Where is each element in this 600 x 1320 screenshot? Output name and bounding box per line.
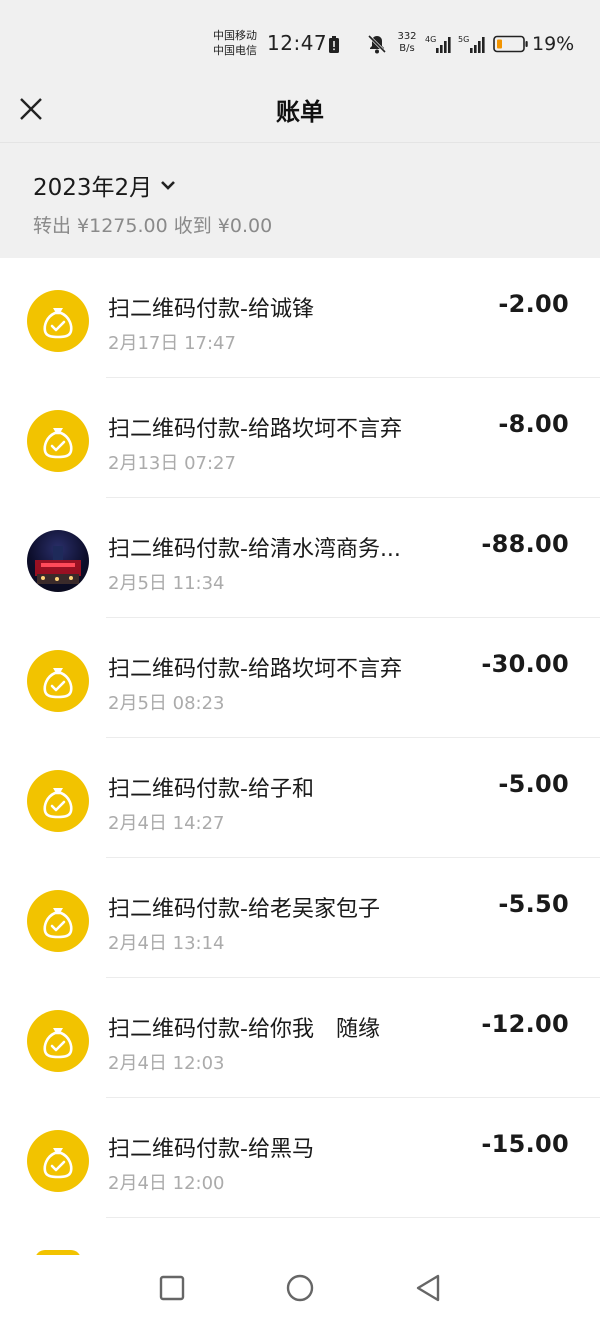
transaction-title: 扫二维码付款-给清水湾商务... xyxy=(108,537,401,562)
carrier-2: 中国电信 xyxy=(213,44,257,57)
transaction-title: 扫二维码付款-给你我 随缘 xyxy=(108,1017,380,1042)
transaction-date: 2月17日 17:47 xyxy=(108,333,236,354)
transaction-amount: -8.00 xyxy=(498,410,569,438)
list-item[interactable]: 扫二维码付款-给清水湾商务... 2月5日 11:34 -88.00 xyxy=(0,498,600,618)
transaction-list: 扫二维码付款-给诚锋 2月17日 17:47 -2.00 扫二维码付款-给路坎坷… xyxy=(0,258,600,1218)
net-speed-value: 332 xyxy=(397,31,417,42)
transaction-amount: -5.00 xyxy=(498,770,569,798)
divider xyxy=(106,1217,600,1218)
merchant-photo-avatar xyxy=(27,530,89,592)
list-item[interactable]: 扫二维码付款-给黑马 2月4日 12:00 -15.00 xyxy=(0,1098,600,1218)
signal-4g-icon: 4G xyxy=(425,33,455,59)
status-bar: 中国移动 中国电信 12:47 332 B/s 4G 5G 19% xyxy=(0,0,600,84)
transaction-amount: -5.50 xyxy=(498,890,569,918)
back-button[interactable] xyxy=(413,1273,443,1303)
signal-1-label: 4G xyxy=(425,35,436,44)
transaction-amount: -15.00 xyxy=(481,1130,569,1158)
back-triangle-icon xyxy=(416,1274,440,1302)
month-label: 2023年2月 xyxy=(33,175,153,201)
transaction-title: 扫二维码付款-给黑马 xyxy=(108,1137,314,1162)
transaction-amount: -30.00 xyxy=(481,650,569,678)
transaction-date: 2月13日 07:27 xyxy=(108,453,236,474)
money-bag-icon xyxy=(27,770,89,832)
system-nav-bar xyxy=(0,1255,600,1320)
list-item[interactable]: 扫二维码付款-给你我 随缘 2月4日 12:03 -12.00 xyxy=(0,978,600,1098)
home-button[interactable] xyxy=(285,1273,315,1303)
chevron-down-icon xyxy=(161,181,176,190)
mute-bell-icon xyxy=(366,33,388,59)
home-circle-icon xyxy=(286,1274,314,1302)
list-item[interactable]: 扫二维码付款-给路坎坷不言弃 2月13日 07:27 -8.00 xyxy=(0,378,600,498)
money-bag-icon xyxy=(27,410,89,472)
money-bag-icon xyxy=(27,1130,89,1192)
list-item[interactable]: 扫二维码付款-给路坎坷不言弃 2月5日 08:23 -30.00 xyxy=(0,618,600,738)
transaction-title: 扫二维码付款-给路坎坷不言弃 xyxy=(108,657,402,682)
month-summary: 2023年2月 转出 ¥1275.00 收到 ¥0.00 xyxy=(0,143,600,258)
carrier-labels: 中国移动 中国电信 xyxy=(213,28,267,58)
transaction-amount: -2.00 xyxy=(498,290,569,318)
signal-5g-icon: 5G xyxy=(458,33,490,59)
transaction-date: 2月4日 14:27 xyxy=(108,813,225,834)
recents-button[interactable] xyxy=(157,1273,187,1303)
page-title: 账单 xyxy=(276,98,324,126)
transaction-date: 2月4日 12:00 xyxy=(108,1173,225,1194)
clock: 12:47 xyxy=(267,31,328,55)
net-speed-unit: B/s xyxy=(399,43,415,54)
battery-percent: 19% xyxy=(532,33,575,55)
carrier-1: 中国移动 xyxy=(213,29,257,42)
network-speed: 332 B/s xyxy=(394,31,420,55)
list-item[interactable]: 扫二维码付款-给诚锋 2月17日 17:47 -2.00 xyxy=(0,258,600,378)
signal-2-label: 5G xyxy=(458,35,469,44)
money-bag-icon xyxy=(27,1010,89,1072)
transaction-date: 2月4日 12:03 xyxy=(108,1053,225,1074)
battery-icon xyxy=(493,35,529,57)
recents-square-icon xyxy=(159,1275,185,1301)
battery-alert-icon xyxy=(328,36,340,58)
money-bag-icon xyxy=(27,890,89,952)
transaction-date: 2月5日 08:23 xyxy=(108,693,225,714)
month-selector[interactable]: 2023年2月 xyxy=(33,168,176,202)
list-item[interactable]: 扫二维码付款-给老吴家包子 2月4日 13:14 -5.50 xyxy=(0,858,600,978)
money-bag-icon xyxy=(27,290,89,352)
transaction-title: 扫二维码付款-给诚锋 xyxy=(108,297,314,322)
transaction-amount: -88.00 xyxy=(481,530,569,558)
transaction-title: 扫二维码付款-给老吴家包子 xyxy=(108,897,380,922)
list-item[interactable]: 扫二维码付款-给子和 2月4日 14:27 -5.00 xyxy=(0,738,600,858)
transaction-title: 扫二维码付款-给路坎坷不言弃 xyxy=(108,417,402,442)
transaction-title: 扫二维码付款-给子和 xyxy=(108,777,314,802)
transaction-amount: -12.00 xyxy=(481,1010,569,1038)
month-totals: 转出 ¥1275.00 收到 ¥0.00 xyxy=(33,215,273,237)
transaction-date: 2月4日 13:14 xyxy=(108,933,225,954)
transaction-date: 2月5日 11:34 xyxy=(108,573,225,594)
money-bag-icon xyxy=(27,650,89,712)
app-header: 账单 xyxy=(0,84,600,142)
